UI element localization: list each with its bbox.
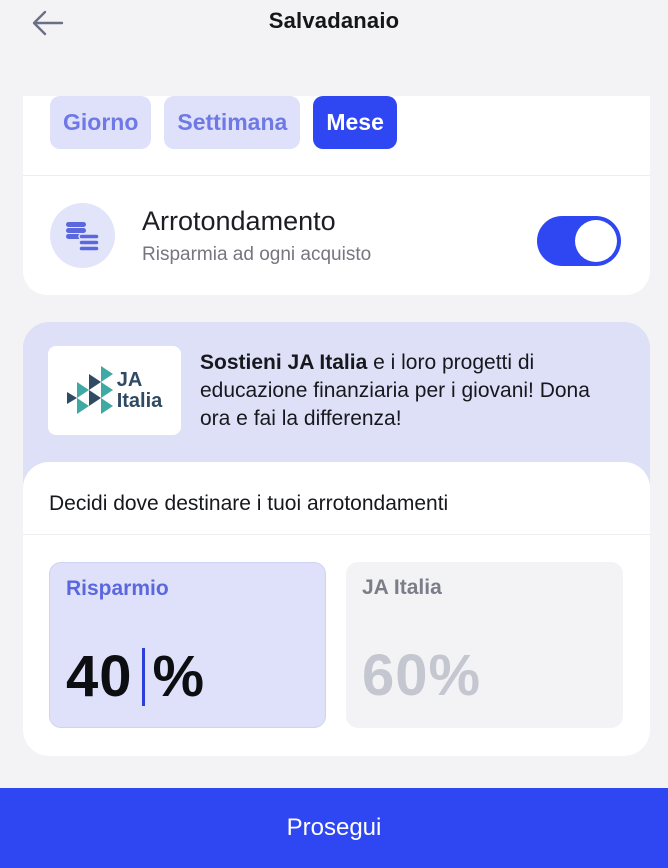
continue-button[interactable]: Prosegui (0, 788, 668, 868)
toggle-knob (575, 220, 617, 262)
page-title: Salvadanaio (268, 8, 400, 33)
allocation-panel: Decidi dove destinare i tuoi arrotondame… (23, 462, 650, 756)
donation-card: JA Italia Sostieni JA Italia e i loro pr… (23, 322, 650, 756)
savings-label: Risparmio (66, 577, 169, 600)
tab-settimana[interactable]: Settimana (164, 96, 301, 149)
ja-italia-percentage-box[interactable]: JA Italia 60% (346, 562, 623, 728)
savings-value: 40 % (66, 644, 206, 709)
settings-card: Giorno Settimana Mese Arrotondamento Ris… (23, 96, 650, 295)
round-up-subtitle: Risparmia ad ogni acquisto (142, 244, 372, 265)
round-up-icon-wrapper (50, 203, 115, 268)
ja-logo-mark-icon (66, 365, 113, 414)
text-cursor (141, 647, 145, 706)
round-up-title: Arrotondamento (142, 206, 336, 236)
divider (23, 175, 650, 176)
logo-text: JA Italia (116, 368, 163, 412)
round-up-toggle[interactable] (537, 216, 621, 266)
divider (23, 534, 650, 535)
donation-message: Sostieni JA Italia e i loro progetti di … (200, 351, 590, 430)
ja-italia-label: JA Italia (362, 576, 442, 599)
tab-mese[interactable]: Mese (313, 96, 397, 149)
savings-percentage-input[interactable]: Risparmio 40 % (49, 562, 326, 728)
period-tabs: Giorno Settimana Mese (50, 96, 397, 149)
coins-icon (65, 221, 100, 252)
ja-italia-value: 60% (362, 643, 482, 708)
allocation-title: Decidi dove destinare i tuoi arrotondame… (49, 492, 449, 515)
tab-giorno[interactable]: Giorno (50, 96, 152, 149)
ja-italia-logo: JA Italia (48, 346, 181, 435)
app-header: Salvadanaio (0, 0, 668, 48)
